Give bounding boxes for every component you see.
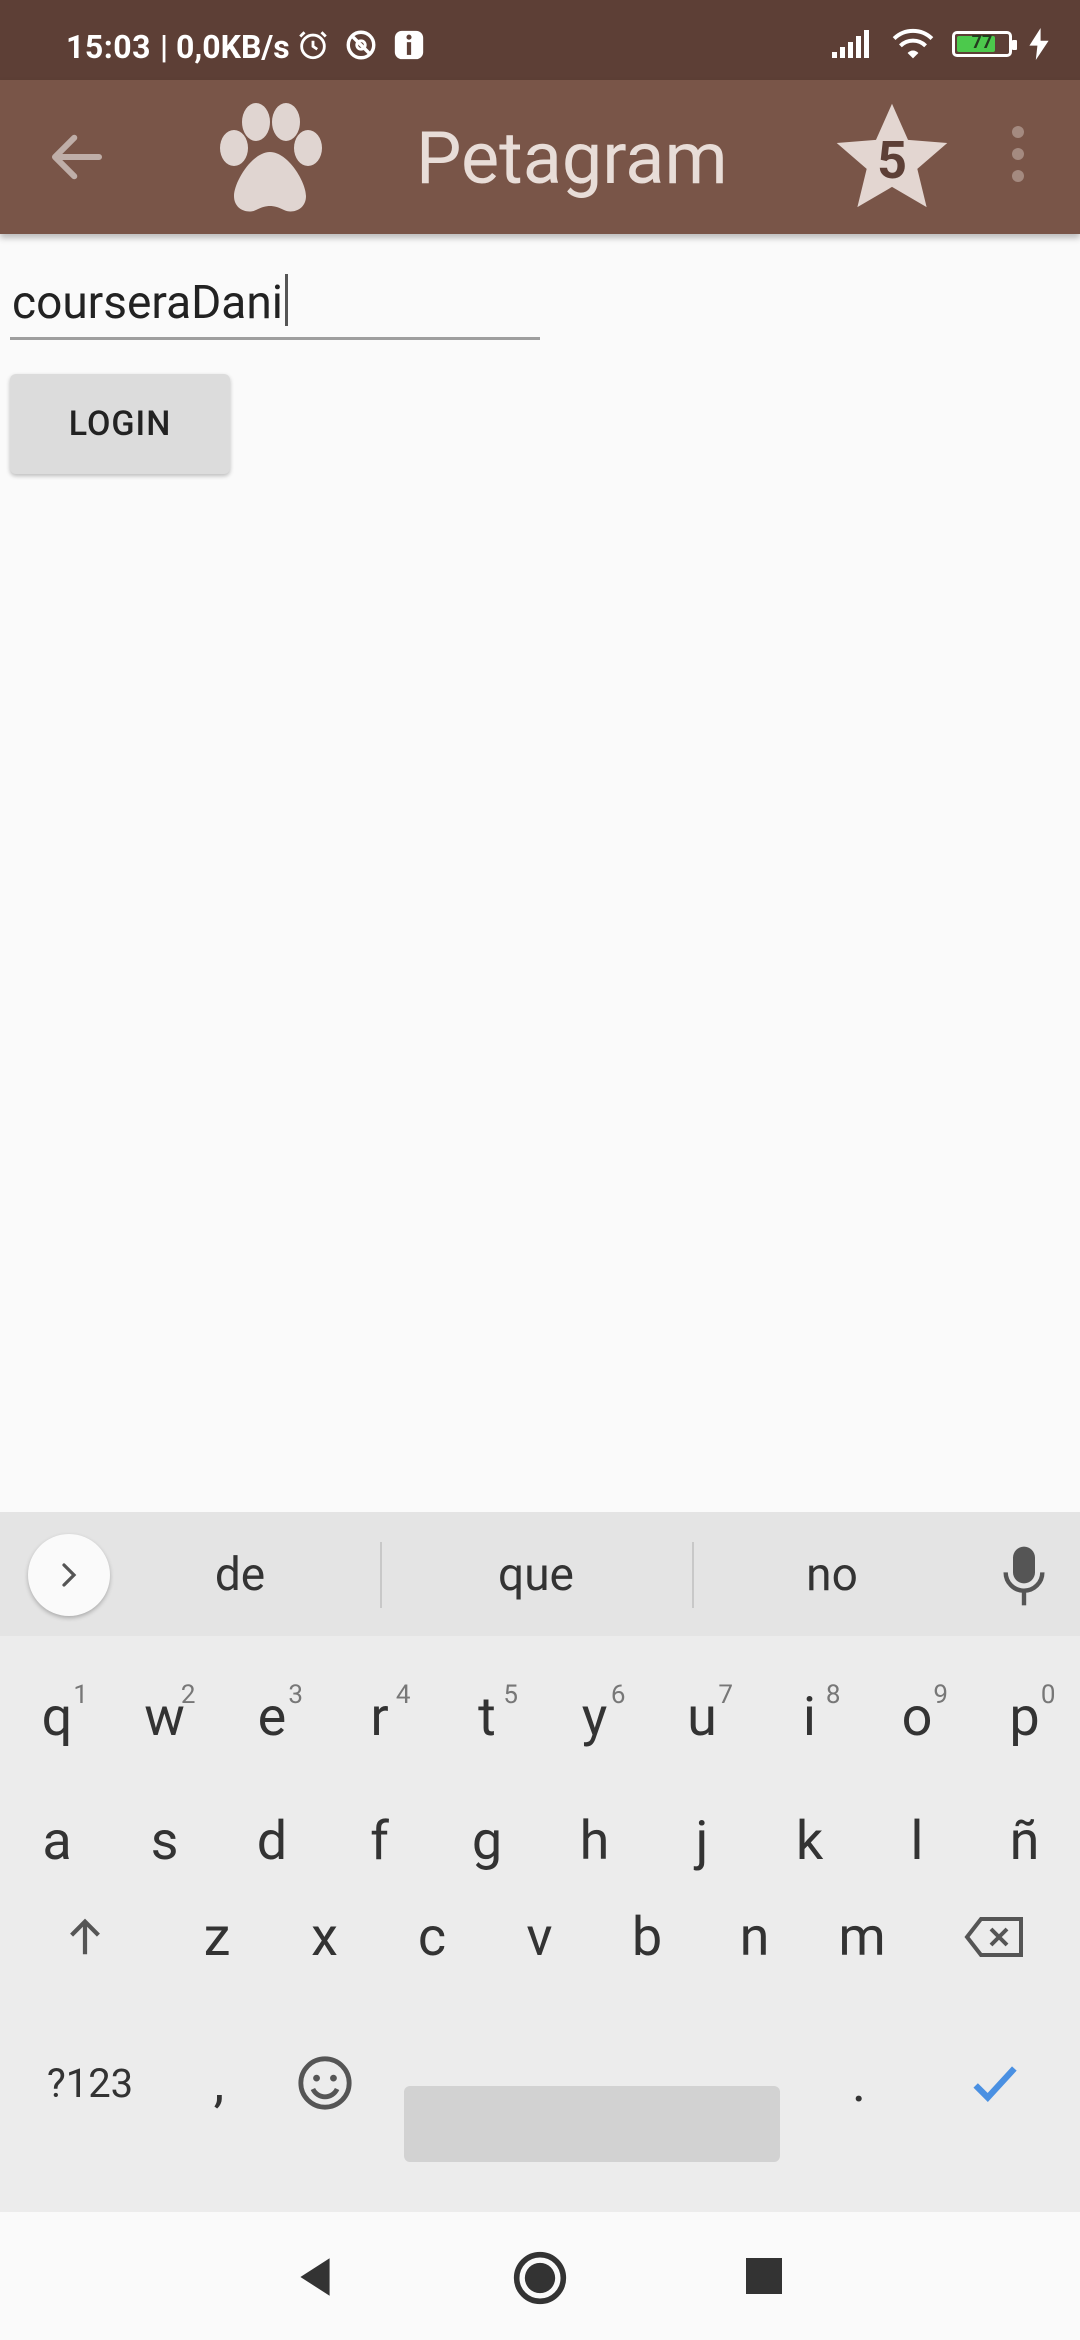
key-y[interactable]: y6 bbox=[550, 1662, 640, 1772]
microphone-icon[interactable] bbox=[1002, 1542, 1046, 1610]
key-hint-4: 4 bbox=[395, 1680, 411, 1710]
key-hint-8: 8 bbox=[825, 1680, 841, 1710]
key-v[interactable]: v bbox=[495, 1882, 585, 1992]
key-hint-0: 0 bbox=[1040, 1680, 1056, 1710]
key-ñ[interactable]: ñ bbox=[980, 1786, 1070, 1896]
star-count: 5 bbox=[877, 130, 907, 191]
key-z[interactable]: z bbox=[172, 1882, 262, 1992]
key-i[interactable]: i8 bbox=[765, 1662, 855, 1772]
key-hint-3: 3 bbox=[288, 1680, 303, 1710]
emoji-icon bbox=[298, 2056, 352, 2110]
suggestion-1[interactable]: de bbox=[90, 1548, 390, 1602]
key-x[interactable]: x bbox=[280, 1882, 370, 1992]
key-b[interactable]: b bbox=[602, 1882, 692, 1992]
app-bar: Petagram 5 bbox=[0, 80, 1080, 234]
chevron-right-icon bbox=[62, 1563, 77, 1587]
key-c[interactable]: c bbox=[387, 1882, 477, 1992]
app-title: Petagram bbox=[416, 116, 728, 201]
suggestion-3[interactable]: no bbox=[682, 1548, 982, 1602]
overflow-menu-icon[interactable] bbox=[1000, 126, 1036, 192]
wifi-icon bbox=[892, 28, 934, 59]
period-key[interactable]: . bbox=[814, 2028, 904, 2138]
paw-icon bbox=[220, 103, 322, 212]
do-not-disturb-icon bbox=[346, 30, 376, 60]
battery-level: 77 bbox=[971, 32, 993, 53]
key-t[interactable]: t5 bbox=[442, 1662, 532, 1772]
space-bar[interactable] bbox=[404, 2086, 780, 2162]
charging-icon bbox=[1029, 28, 1049, 60]
username-field[interactable]: courseraDani bbox=[10, 262, 540, 340]
symbols-key[interactable]: ?123 bbox=[40, 2028, 140, 2138]
key-hint-7: 7 bbox=[718, 1680, 733, 1710]
emoji-key[interactable] bbox=[280, 2028, 370, 2138]
key-o[interactable]: o9 bbox=[872, 1662, 962, 1772]
nav-back-icon[interactable] bbox=[290, 2252, 340, 2302]
key-g[interactable]: g bbox=[442, 1786, 532, 1896]
key-hint-1: 1 bbox=[73, 1680, 88, 1710]
network-speed: | 0,0KB/s bbox=[160, 28, 290, 66]
key-e[interactable]: e3 bbox=[227, 1662, 317, 1772]
key-k[interactable]: k bbox=[765, 1786, 855, 1896]
backspace-icon bbox=[964, 1917, 1023, 1957]
backspace-key[interactable] bbox=[950, 1882, 1040, 1992]
key-h[interactable]: h bbox=[550, 1786, 640, 1896]
key-m[interactable]: m bbox=[817, 1882, 907, 1992]
shift-arrow-icon bbox=[70, 1918, 100, 1955]
comma-key[interactable]: , bbox=[174, 2028, 264, 2138]
key-w[interactable]: w2 bbox=[120, 1662, 210, 1772]
status-bar: 15:03 | 0,0KB/s 77 bbox=[0, 0, 1080, 80]
username-value: courseraDani bbox=[12, 276, 283, 330]
key-l[interactable]: l bbox=[872, 1786, 962, 1896]
input-underline bbox=[10, 337, 540, 340]
key-s[interactable]: s bbox=[120, 1786, 210, 1896]
key-hint-5: 5 bbox=[503, 1680, 518, 1710]
info-icon bbox=[394, 30, 424, 60]
key-f[interactable]: f bbox=[335, 1786, 425, 1896]
key-u[interactable]: u7 bbox=[657, 1662, 747, 1772]
key-a[interactable]: a bbox=[12, 1786, 102, 1896]
suggestion-bar: de que no bbox=[0, 1512, 1080, 1636]
key-p[interactable]: p0 bbox=[980, 1662, 1070, 1772]
key-hint-9: 9 bbox=[933, 1680, 948, 1710]
key-hint-2: 2 bbox=[180, 1680, 196, 1710]
enter-key[interactable] bbox=[950, 2028, 1040, 2138]
shift-key[interactable] bbox=[40, 1882, 130, 1992]
key-r[interactable]: r4 bbox=[335, 1662, 425, 1772]
text-caret bbox=[284, 274, 288, 326]
system-navigation-bar bbox=[0, 2212, 1080, 2340]
key-q[interactable]: q1 bbox=[12, 1662, 102, 1772]
key-n[interactable]: n bbox=[710, 1882, 800, 1992]
back-arrow-icon[interactable] bbox=[44, 124, 110, 190]
nav-home-icon[interactable] bbox=[512, 2250, 568, 2306]
checkmark-icon bbox=[973, 2066, 1017, 2103]
suggestion-2[interactable]: que bbox=[386, 1548, 686, 1602]
signal-icon bbox=[832, 30, 869, 58]
alarm-icon bbox=[299, 31, 327, 60]
key-d[interactable]: d bbox=[227, 1786, 317, 1896]
status-time: 15:03 bbox=[66, 28, 151, 66]
key-hint-6: 6 bbox=[610, 1680, 626, 1710]
nav-recents-icon[interactable] bbox=[746, 2258, 782, 2294]
battery-icon: 77 bbox=[952, 31, 1017, 57]
login-button[interactable]: LOGIN bbox=[10, 374, 230, 474]
key-j[interactable]: j bbox=[657, 1786, 747, 1896]
